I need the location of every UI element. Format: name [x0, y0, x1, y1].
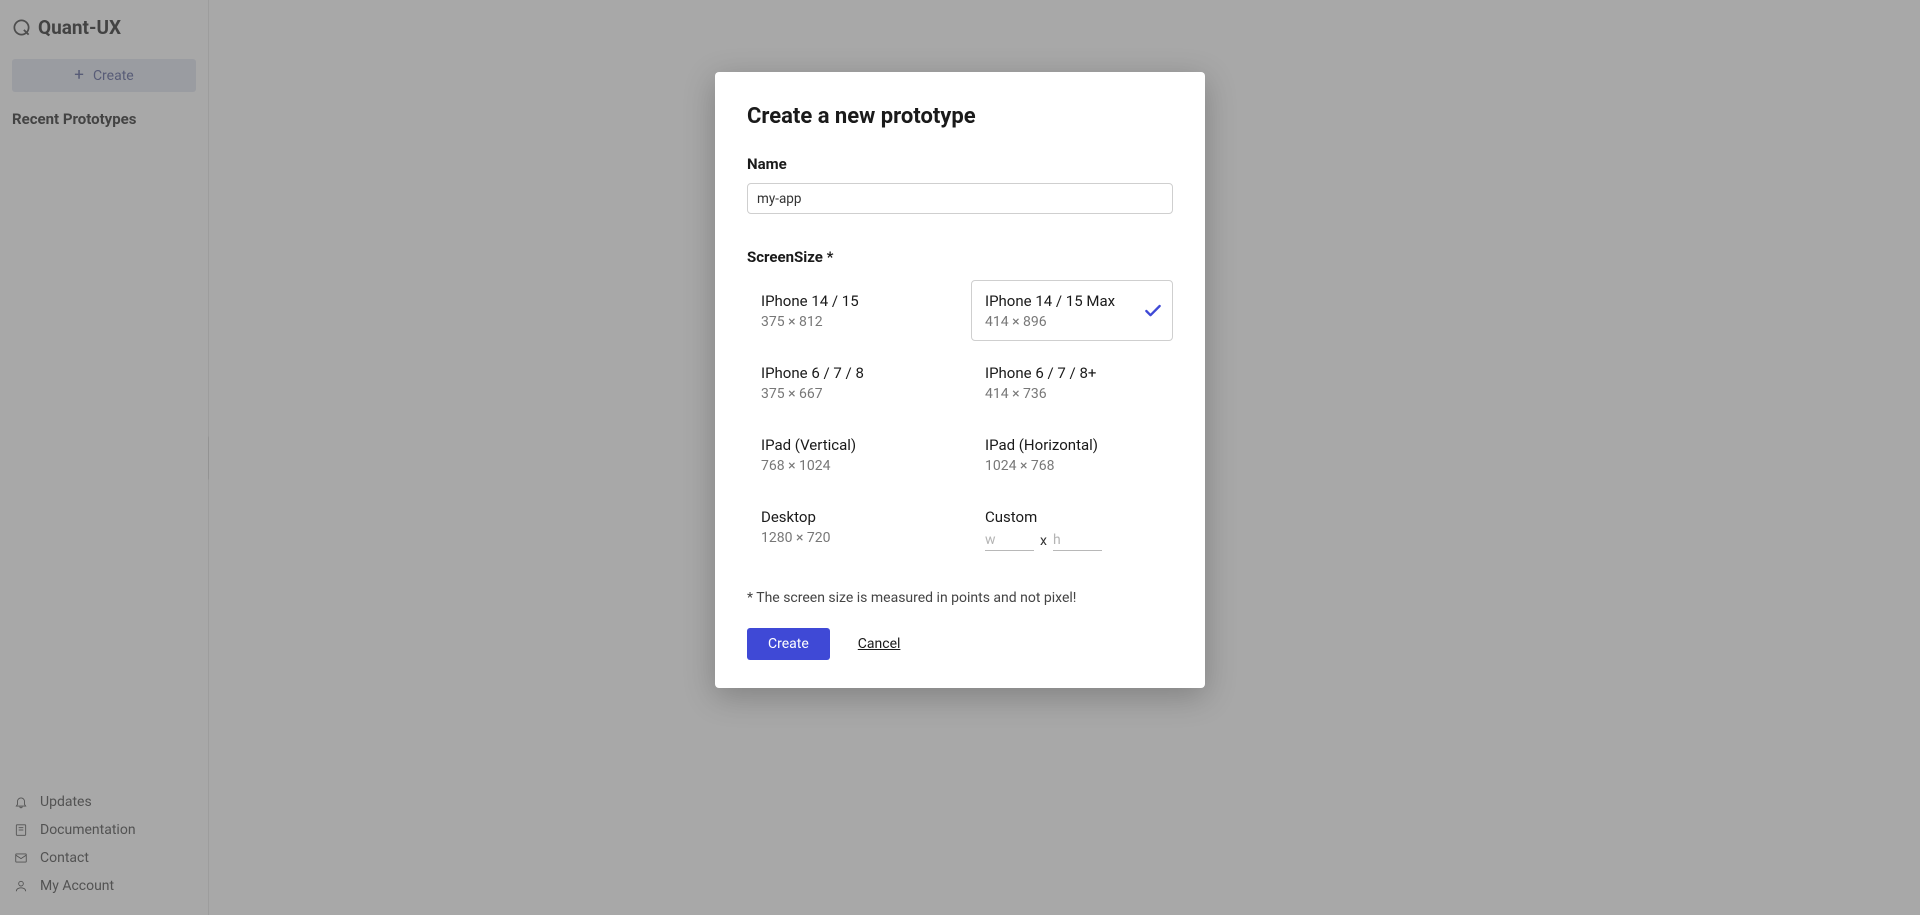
screensize-option-dims: 375 × 812: [761, 314, 935, 330]
screensize-option[interactable]: IPad (Horizontal) 1024 × 768: [971, 424, 1173, 485]
name-label: Name: [747, 155, 1173, 173]
dialog-actions: Create Cancel: [747, 628, 1173, 660]
screensize-option-name: IPhone 6 / 7 / 8: [761, 364, 935, 382]
screensize-option-name: Desktop: [761, 508, 935, 526]
screensize-option-dims: 414 × 736: [985, 386, 1159, 402]
screensize-option-name: IPhone 6 / 7 / 8+: [985, 364, 1159, 382]
cancel-button[interactable]: Cancel: [858, 636, 901, 652]
custom-x-separator: x: [1040, 533, 1047, 549]
screensize-option-dims: 375 × 667: [761, 386, 935, 402]
screensize-option-name: Custom: [985, 508, 1159, 526]
screensize-options: IPhone 14 / 15 375 × 812 IPhone 14 / 15 Ma…: [747, 280, 1173, 562]
screensize-label: ScreenSize *: [747, 248, 1173, 266]
screensize-option-name: IPhone 14 / 15 Max: [985, 292, 1159, 310]
screensize-option-name: IPad (Vertical): [761, 436, 935, 454]
screensize-option-dims: 768 × 1024: [761, 458, 935, 474]
screensize-option[interactable]: IPhone 6 / 7 / 8 375 × 667: [747, 352, 949, 413]
screensize-option[interactable]: IPhone 14 / 15 375 × 812: [747, 280, 949, 341]
screensize-option-custom[interactable]: Custom x: [971, 496, 1173, 562]
prototype-name-input[interactable]: [747, 183, 1173, 214]
create-button[interactable]: Create: [747, 628, 830, 660]
custom-height-input[interactable]: [1053, 530, 1102, 551]
dialog-title: Create a new prototype: [747, 104, 1173, 129]
screensize-footnote: * The screen size is measured in points …: [747, 590, 1173, 606]
screensize-option-name: IPad (Horizontal): [985, 436, 1159, 454]
check-icon: [1143, 301, 1163, 321]
screensize-option[interactable]: Desktop 1280 × 720: [747, 496, 949, 562]
screensize-option[interactable]: IPhone 14 / 15 Max 414 × 896: [971, 280, 1173, 341]
custom-width-input[interactable]: [985, 530, 1034, 551]
screensize-option[interactable]: IPad (Vertical) 768 × 1024: [747, 424, 949, 485]
create-prototype-dialog: Create a new prototype Name ScreenSize *…: [715, 72, 1205, 688]
screensize-option-dims: 1280 × 720: [761, 530, 935, 546]
modal-backdrop[interactable]: Create a new prototype Name ScreenSize *…: [0, 0, 1920, 915]
screensize-option-dims: 1024 × 768: [985, 458, 1159, 474]
screensize-option-dims: 414 × 896: [985, 314, 1159, 330]
screensize-option-name: IPhone 14 / 15: [761, 292, 935, 310]
screensize-option[interactable]: IPhone 6 / 7 / 8+ 414 × 736: [971, 352, 1173, 413]
